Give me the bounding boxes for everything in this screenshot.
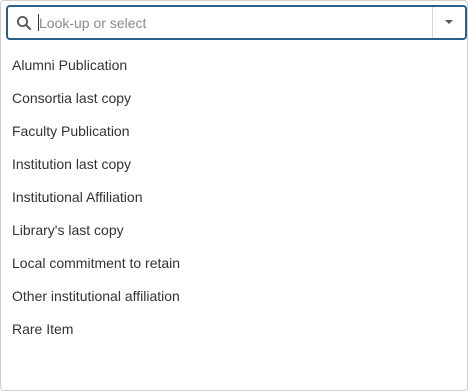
option-item[interactable]: Institution last copy — [2, 148, 464, 181]
option-item[interactable]: Faculty Publication — [2, 115, 464, 148]
search-box[interactable] — [6, 5, 467, 40]
option-item[interactable]: Other institutional affiliation — [2, 280, 464, 313]
option-item[interactable]: Rare Item — [2, 313, 464, 346]
option-item[interactable]: Consortia last copy — [2, 82, 464, 115]
search-input[interactable] — [39, 11, 429, 34]
option-item[interactable]: Library's last copy — [2, 214, 464, 247]
chevron-down-icon — [445, 20, 453, 24]
search-icon — [16, 15, 32, 31]
option-item[interactable]: Local commitment to retain — [2, 247, 464, 280]
options-list: Alumni Publication Consortia last copy F… — [2, 49, 464, 346]
lookup-dropdown-panel: Alumni Publication Consortia last copy F… — [0, 0, 468, 391]
option-item[interactable]: Institutional Affiliation — [2, 181, 464, 214]
option-item[interactable]: Alumni Publication — [2, 49, 464, 82]
dropdown-toggle-button[interactable] — [432, 7, 465, 38]
